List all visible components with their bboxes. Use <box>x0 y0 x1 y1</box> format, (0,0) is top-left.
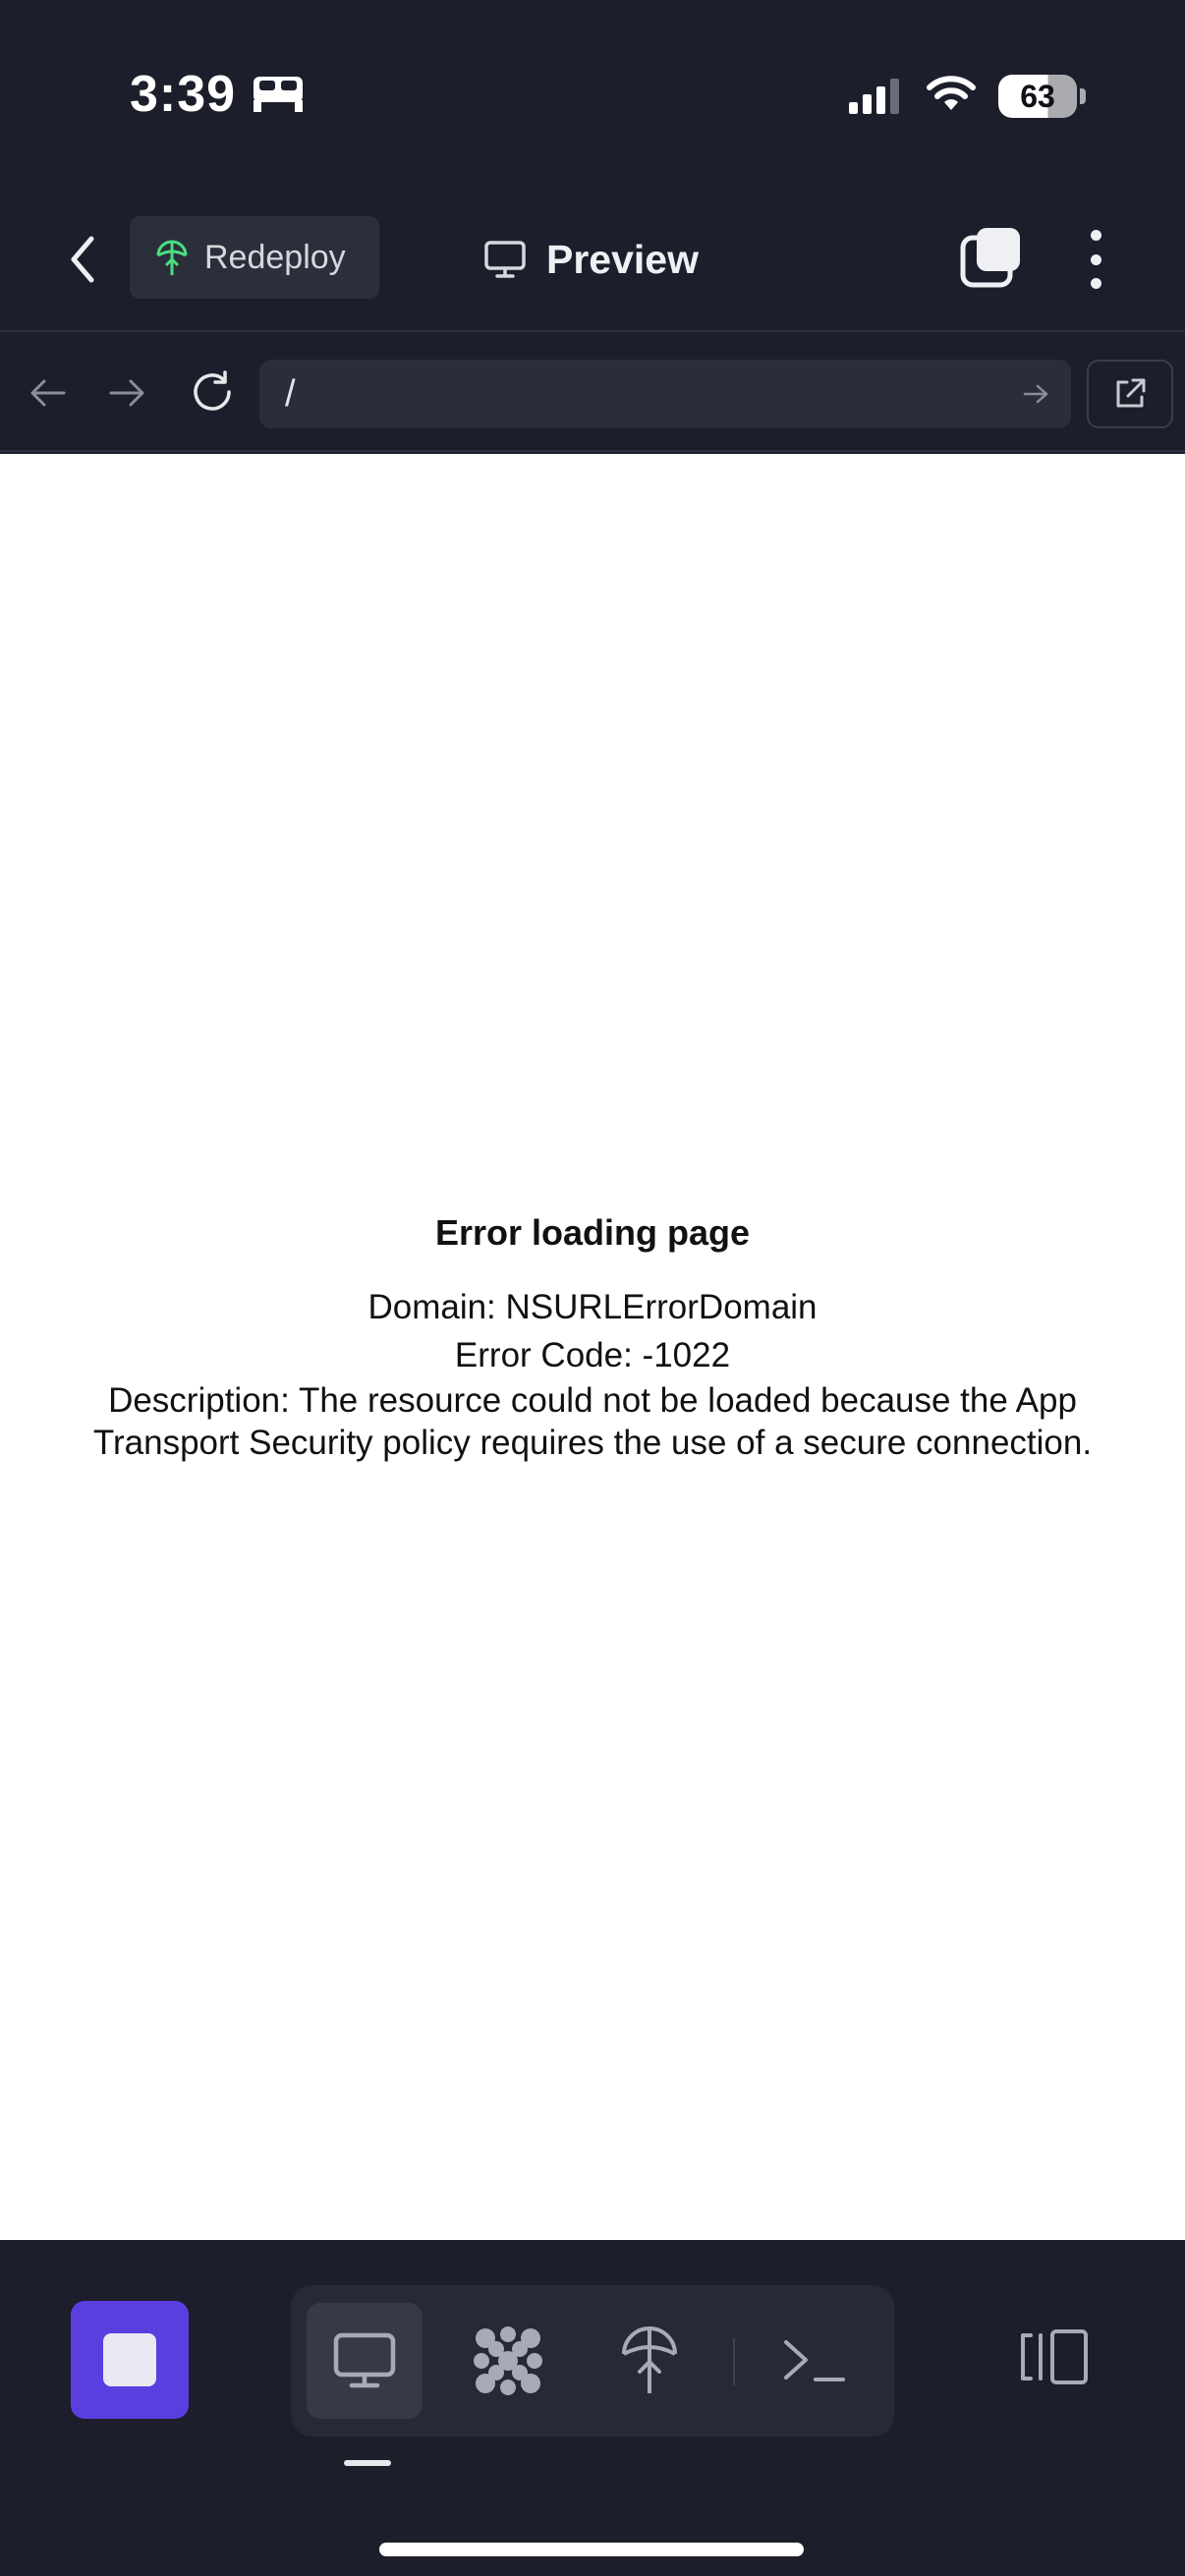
reload-button[interactable] <box>183 364 242 422</box>
nav-forward-button[interactable] <box>98 364 157 422</box>
tool-group <box>291 2285 894 2436</box>
active-tab-indicator <box>344 2460 391 2466</box>
url-text: / <box>285 372 296 415</box>
external-link-icon <box>1116 378 1146 408</box>
tool-divider <box>733 2338 735 2385</box>
battery-icon: 63 <box>998 75 1086 118</box>
error-description: Description: The resource could not be l… <box>92 1381 1093 1462</box>
deploy-icon <box>622 2326 677 2393</box>
redeploy-icon <box>156 240 188 275</box>
terminal-tool-button[interactable] <box>757 2303 873 2419</box>
preview-label: Preview <box>546 236 699 282</box>
nav-back-button[interactable] <box>18 364 77 422</box>
bed-icon <box>254 77 303 112</box>
terminal-icon <box>784 2340 845 2381</box>
status-time: 3:39 <box>130 66 237 123</box>
redeploy-button[interactable]: Redeploy <box>130 216 379 299</box>
monitor-icon <box>333 2332 396 2388</box>
error-message: Error loading page Domain: NSURLErrorDom… <box>0 1212 1185 1464</box>
tabs-button[interactable] <box>959 226 1022 289</box>
layout-toggle-button[interactable] <box>1012 2315 1097 2399</box>
wifi-icon <box>927 76 976 110</box>
url-input[interactable]: / <box>259 360 1071 428</box>
apps-icon <box>474 2326 542 2395</box>
error-code: Error Code: -1022 <box>454 1336 731 1374</box>
bottom-toolbar <box>0 2240 1185 2576</box>
arrow-go-icon <box>1023 384 1048 404</box>
web-preview: Error loading page Domain: NSURLErrorDom… <box>0 454 1185 2240</box>
browser-nav-bar: / <box>0 334 1185 452</box>
signal-icon <box>849 79 899 114</box>
status-bar: 3:39 63 <box>0 0 1185 187</box>
top-bar: Redeploy Preview <box>0 187 1185 332</box>
more-button[interactable] <box>1071 224 1120 295</box>
go-button[interactable] <box>1002 360 1071 428</box>
arrow-left-icon <box>30 379 66 407</box>
stop-button[interactable] <box>71 2301 189 2419</box>
deploy-tool-button[interactable] <box>592 2303 707 2419</box>
stop-icon <box>103 2333 156 2386</box>
battery-level: 63 <box>1020 78 1055 114</box>
error-domain: Domain: NSURLErrorDomain <box>367 1288 818 1326</box>
home-indicator <box>379 2543 804 2556</box>
layout-icon <box>1021 2329 1088 2384</box>
arrow-right-icon <box>109 379 144 407</box>
preview-tool-button[interactable] <box>307 2303 423 2419</box>
open-external-button[interactable] <box>1087 360 1173 428</box>
reload-icon <box>194 370 231 411</box>
back-button[interactable] <box>55 222 110 297</box>
tabs-icon <box>960 228 1020 288</box>
preview-title: Preview <box>483 230 699 289</box>
chevron-left-icon <box>71 236 94 283</box>
error-title: Error loading page <box>434 1212 751 1253</box>
monitor-icon <box>484 241 526 278</box>
redeploy-label: Redeploy <box>204 238 346 276</box>
apps-tool-button[interactable] <box>450 2303 566 2419</box>
